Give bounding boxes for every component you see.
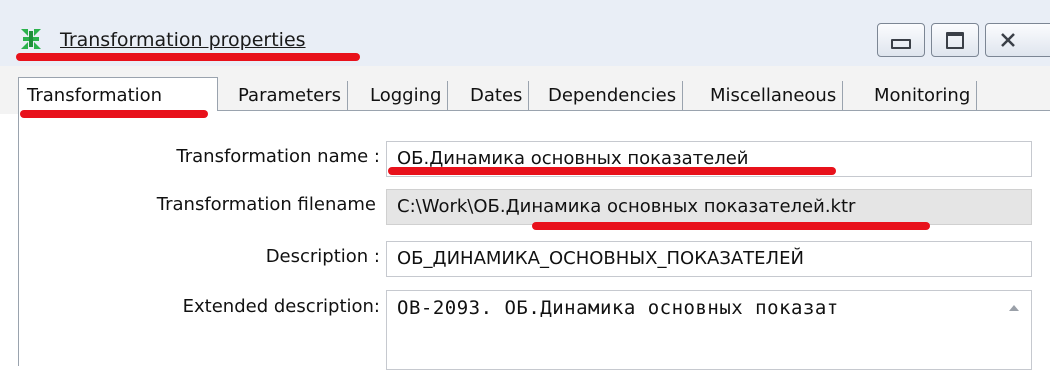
description-input[interactable]: ОБ_ДИНАМИКА_ОСНОВНЫХ_ПОКАЗАТЕЛЕЙ [386, 241, 1032, 277]
filename-annotation-underline [532, 222, 930, 230]
minimize-icon [878, 24, 924, 56]
tab-parameters[interactable]: Parameters [238, 81, 349, 111]
name-annotation-underline [388, 167, 836, 175]
tab-annotation-underline [20, 110, 208, 118]
description-label: Description : [265, 246, 380, 267]
window-title: Transformation properties [60, 29, 306, 51]
tab-miscellaneous[interactable]: Miscellaneous [710, 81, 844, 111]
transformation-icon [21, 29, 41, 49]
maximize-icon [932, 24, 978, 56]
close-button[interactable] [985, 23, 1050, 57]
tab-monitoring[interactable]: Monitoring [874, 81, 978, 111]
tab-dependencies[interactable]: Dependencies [548, 81, 684, 111]
scroll-up-icon[interactable] [1007, 303, 1021, 313]
title-annotation-underline [16, 53, 360, 61]
transformation-filename-label: Transformation filename [156, 194, 376, 215]
transformation-filename-field: C:\Work\ОБ.Динамика основных показателей… [386, 189, 1032, 225]
extended-description-label: Extended description: [182, 296, 380, 317]
extended-description-text: OB-2093. ОБ.Динамика основных показат [397, 297, 839, 319]
close-icon [986, 24, 1050, 56]
tab-transformation[interactable]: Transformation [27, 81, 162, 111]
minimize-button[interactable] [877, 23, 925, 57]
tab-logging[interactable]: Logging [370, 81, 449, 111]
tab-dates[interactable]: Dates [470, 81, 530, 111]
maximize-button[interactable] [931, 23, 979, 57]
transformation-name-label: Transformation name : [176, 146, 380, 167]
extended-description-textarea[interactable]: OB-2093. ОБ.Динамика основных показат [386, 290, 1032, 370]
